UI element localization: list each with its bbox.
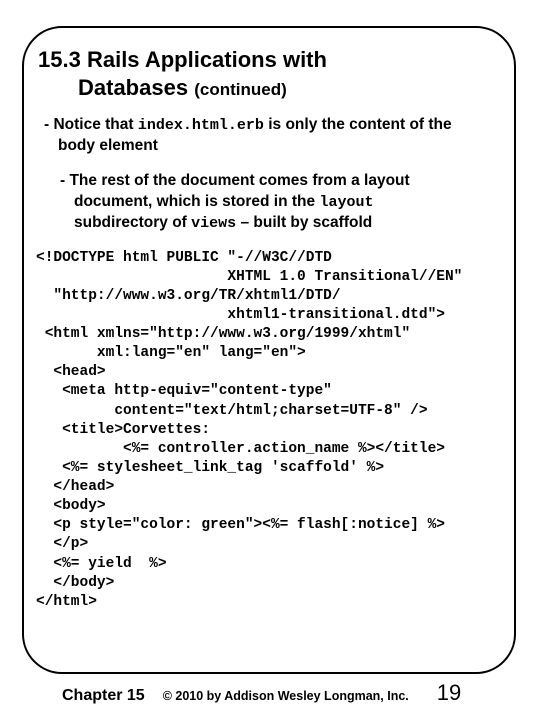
b1-line2: body element [44, 136, 500, 157]
slide-frame: 15.3 Rails Applications with Databases (… [22, 26, 516, 674]
title-suffix: (continued) [194, 80, 287, 99]
code-listing: <!DOCTYPE html PUBLIC "-//W3C//DTD XHTML… [36, 249, 500, 612]
page-number: 19 [437, 680, 461, 706]
b2-code: layout [319, 194, 373, 211]
b2-code2: views [191, 215, 236, 232]
b1-rest: is only the content of the [264, 116, 452, 133]
b2-line3b: – built by scaffold [236, 214, 372, 231]
title-line2: Databases [78, 75, 188, 100]
b2-line1: - The rest of the document comes from a … [60, 172, 410, 189]
slide-footer: Chapter 15 © 2010 by Addison Wesley Long… [0, 680, 540, 706]
b1-code: index.html.erb [138, 117, 264, 134]
title-number: 15.3 [38, 47, 81, 72]
slide-title: 15.3 Rails Applications with Databases (… [38, 46, 500, 101]
b1-lead: - Notice that [44, 116, 138, 133]
chapter-label: Chapter 15 [62, 687, 145, 705]
title-line1: Rails Applications with [87, 47, 327, 72]
b2-line3a: subdirectory of [74, 214, 191, 231]
b2-line2a: document, which is stored in the [74, 193, 319, 210]
bullet-2: - The rest of the document comes from a … [60, 171, 500, 234]
copyright: © 2010 by Addison Wesley Longman, Inc. [163, 689, 409, 703]
bullet-1: - Notice that index.html.erb is only the… [44, 115, 500, 157]
